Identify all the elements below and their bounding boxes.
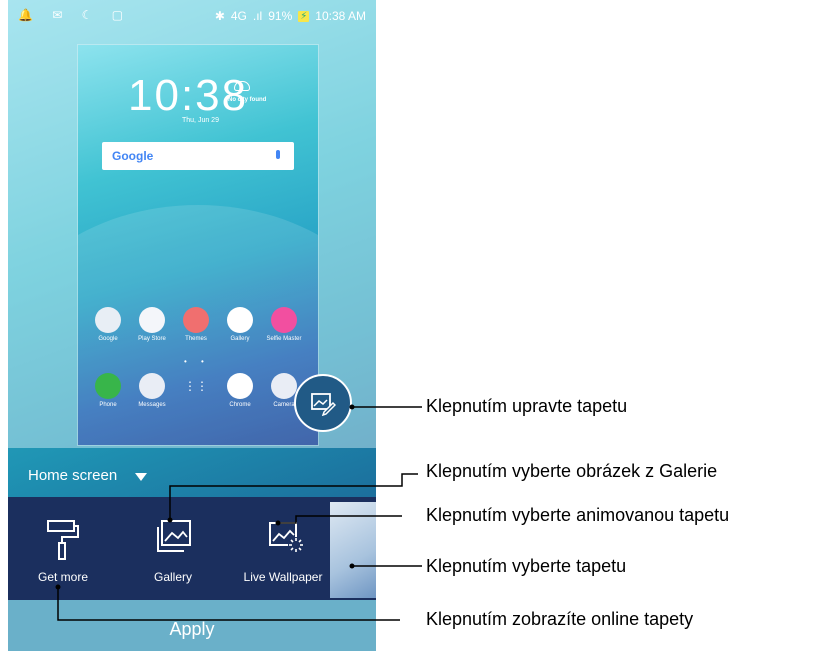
callout-dot-gallery (167, 517, 173, 523)
callout-dot-getmore (55, 584, 61, 590)
callout-line-gallery (169, 473, 418, 520)
callout-select-wallpaper: Klepnutím vyberte tapetu (426, 556, 627, 576)
callout-dot-edit (349, 404, 355, 410)
callout-edit-wallpaper: Klepnutím upravte tapetu (426, 396, 628, 416)
callout-online-wallpapers: Klepnutím zobrazíte online tapety (426, 609, 694, 629)
callout-line-live (278, 515, 402, 524)
callout-line-getmore (57, 587, 400, 621)
callout-live-wallpaper: Klepnutím vyberte animovanou tapetu (426, 505, 730, 525)
callout-gallery: Klepnutím vyberte obrázek z Galerie (426, 461, 718, 481)
callout-lines (55, 404, 422, 621)
callout-dot-live (275, 520, 281, 526)
callout-dot-wallpaper (349, 563, 355, 569)
